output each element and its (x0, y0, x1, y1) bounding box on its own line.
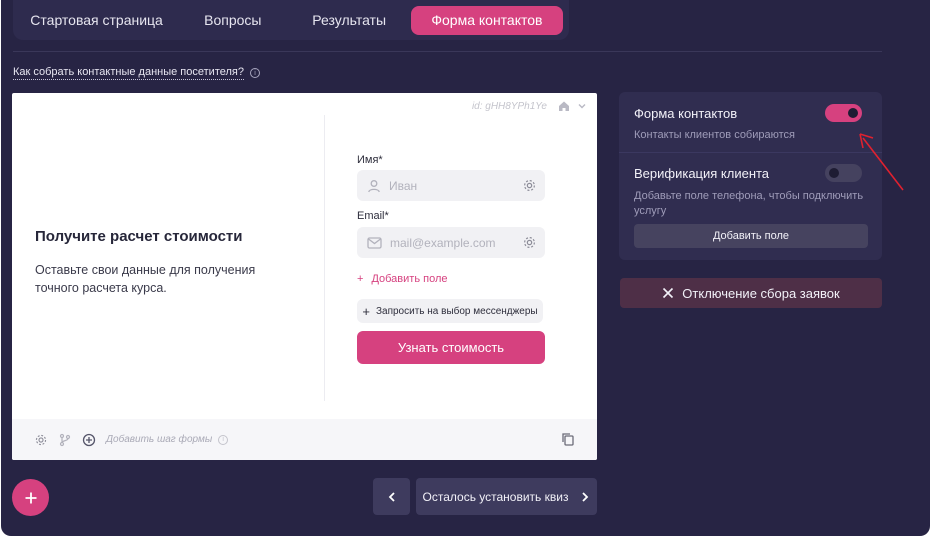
gear-icon[interactable] (522, 235, 537, 250)
toggle-knob (829, 168, 839, 178)
panel-divider (619, 152, 882, 153)
chevron-right-icon (582, 491, 589, 502)
home-icon[interactable] (558, 100, 570, 112)
plus-icon: + (362, 303, 370, 319)
back-button[interactable] (373, 478, 410, 515)
plus-icon: + (357, 273, 364, 285)
name-field[interactable]: Иван (357, 170, 545, 201)
disable-collection-label: Отключение сбора заявок (682, 285, 840, 301)
help-link-text[interactable]: Как собрать контактные данные посетителя… (13, 66, 244, 80)
tab-questions[interactable]: Вопросы (172, 6, 293, 35)
contact-form-subtitle: Контакты клиентов собираются (634, 129, 795, 141)
chevron-left-icon (388, 491, 395, 502)
verification-title: Верификация клиента (634, 166, 770, 181)
add-field-label: Добавить поле (371, 273, 448, 285)
add-field-link[interactable]: + Добавить поле (357, 273, 447, 285)
next-button-label: Осталось установить квиз (422, 489, 569, 504)
email-label: Email* (357, 210, 389, 222)
tab-results[interactable]: Результаты (293, 6, 404, 35)
form-preview-card: id: gHH8YPh1Ye Получите расчет стоимости… (12, 93, 597, 460)
mail-icon (367, 236, 382, 249)
card-footer: Добавить шаг формы i (12, 419, 597, 460)
tab-start-page[interactable]: Стартовая страница (21, 6, 172, 35)
divider (13, 51, 882, 52)
name-label: Имя* (357, 154, 383, 166)
preview-title: Получите расчет стоимости (35, 228, 243, 245)
copy-icon[interactable] (561, 432, 575, 446)
gear-icon[interactable] (34, 433, 48, 447)
form-id: id: gHH8YPh1Ye (471, 101, 547, 112)
email-placeholder: mail@example.com (390, 235, 496, 250)
help-link[interactable]: Как собрать контактные данные посетителя… (13, 66, 260, 80)
add-step-label[interactable]: Добавить шаг формы (106, 434, 212, 445)
tab-contact-form[interactable]: Форма контактов (410, 5, 563, 35)
tab-bar: Стартовая страница Вопросы Результаты Фо… (13, 0, 569, 40)
next-button[interactable]: Осталось установить квиз (416, 478, 597, 515)
verification-subtitle: Добавьте поле телефона, чтобы подключить… (634, 190, 864, 217)
get-price-button[interactable]: Узнать стоимость (357, 331, 545, 364)
info-icon: i (218, 434, 229, 445)
app-window: Стартовая страница Вопросы Результаты Фо… (1, 0, 930, 536)
contact-form-title: Форма контактов (634, 106, 738, 121)
email-field[interactable]: mail@example.com (357, 227, 545, 258)
plus-icon (25, 492, 36, 503)
add-button[interactable] (12, 479, 49, 516)
preview-description: Оставьте свои данные для получения точно… (35, 263, 256, 295)
messenger-button-label: Запросить на выбор мессенджеры (375, 305, 538, 317)
name-placeholder: Иван (389, 178, 418, 193)
toggle-knob (848, 108, 858, 118)
preview-divider (324, 115, 325, 401)
contact-settings-panel: Форма контактов Контакты клиентов собира… (619, 92, 882, 260)
user-icon (368, 179, 380, 192)
messenger-button[interactable]: + Запросить на выбор мессенджеры (357, 299, 543, 323)
gear-icon[interactable] (522, 178, 537, 193)
annotation-arrow (859, 133, 904, 191)
add-circle-icon[interactable] (82, 433, 96, 447)
info-icon: i (249, 68, 260, 78)
add-field-button[interactable]: Добавить поле (634, 224, 868, 248)
branch-icon[interactable] (58, 433, 72, 447)
close-icon (663, 287, 674, 299)
contact-form-toggle[interactable] (825, 104, 862, 122)
chevron-down-icon[interactable] (576, 100, 588, 112)
disable-collection-button[interactable]: Отключение сбора заявок (620, 278, 882, 308)
